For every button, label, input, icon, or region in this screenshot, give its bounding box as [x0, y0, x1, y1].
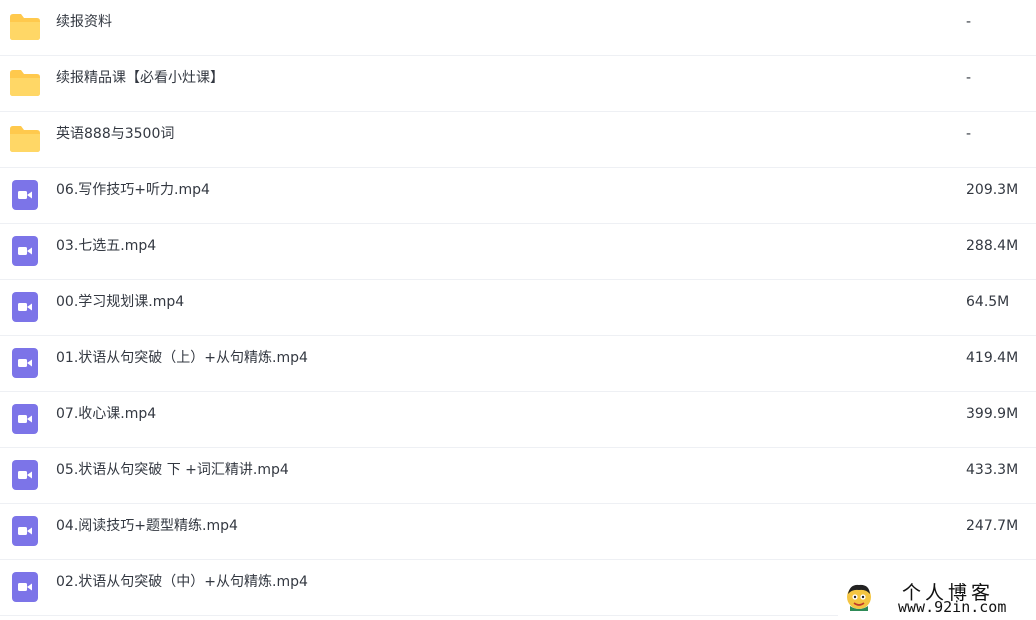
file-name: 续报精品课【必看小灶课】	[56, 70, 224, 86]
file-name: 04.阅读技巧+题型精练.mp4	[56, 518, 238, 534]
video-file-icon	[9, 572, 41, 602]
file-list: 续报资料 - 续报精品课【必看小灶课】 - 英语888与3500词 - 06.写…	[0, 0, 1036, 620]
list-item-folder[interactable]: 续报资料 -	[0, 0, 1036, 56]
video-file-icon	[9, 404, 41, 434]
video-file-icon	[9, 348, 41, 378]
file-size: 288.4M	[966, 238, 1019, 254]
video-file-icon	[9, 292, 41, 322]
file-size: 209.3M	[966, 182, 1019, 198]
list-item-folder[interactable]: 续报精品课【必看小灶课】 -	[0, 56, 1036, 112]
list-item-video[interactable]: 01.状语从句突破（上）+从句精炼.mp4 419.4M	[0, 336, 1036, 392]
file-size: -	[966, 126, 972, 142]
file-size: 247.7M	[966, 518, 1019, 534]
folder-icon	[9, 124, 41, 154]
file-name: 01.状语从句突破（上）+从句精炼.mp4	[56, 350, 308, 366]
file-size: -	[966, 14, 972, 30]
video-file-icon	[9, 236, 41, 266]
folder-icon	[9, 12, 41, 42]
file-size: -	[966, 70, 972, 86]
folder-icon	[9, 68, 41, 98]
file-name: 05.状语从句突破 下 +词汇精讲.mp4	[56, 462, 289, 478]
file-name: 续报资料	[56, 14, 112, 30]
list-item-video[interactable]: 07.收心课.mp4 399.9M	[0, 392, 1036, 448]
list-item-video[interactable]: 03.七选五.mp4 288.4M	[0, 224, 1036, 280]
video-file-icon	[9, 516, 41, 546]
file-size: 419.4M	[966, 350, 1019, 366]
video-file-icon	[9, 460, 41, 490]
mascot-avatar-icon	[844, 582, 874, 612]
file-name: 00.学习规划课.mp4	[56, 294, 185, 310]
file-name: 07.收心课.mp4	[56, 406, 157, 422]
list-item-video[interactable]: 05.状语从句突破 下 +词汇精讲.mp4 433.3M	[0, 448, 1036, 504]
file-size: 64.5M	[966, 294, 1010, 310]
list-item-folder[interactable]: 英语888与3500词 -	[0, 112, 1036, 168]
video-file-icon	[9, 180, 41, 210]
file-name: 英语888与3500词	[56, 126, 175, 142]
list-item-video[interactable]: 00.学习规划课.mp4 64.5M	[0, 280, 1036, 336]
watermark: 个人博客 www.92in.com	[838, 578, 1036, 620]
file-size: 433.3M	[966, 462, 1019, 478]
file-size: 399.9M	[966, 406, 1019, 422]
file-name: 03.七选五.mp4	[56, 238, 157, 254]
file-name: 02.状语从句突破（中）+从句精炼.mp4	[56, 574, 308, 590]
list-item-video[interactable]: 06.写作技巧+听力.mp4 209.3M	[0, 168, 1036, 224]
watermark-url: www.92in.com	[898, 598, 1007, 616]
file-name: 06.写作技巧+听力.mp4	[56, 182, 210, 198]
list-item-video[interactable]: 04.阅读技巧+题型精练.mp4 247.7M	[0, 504, 1036, 560]
